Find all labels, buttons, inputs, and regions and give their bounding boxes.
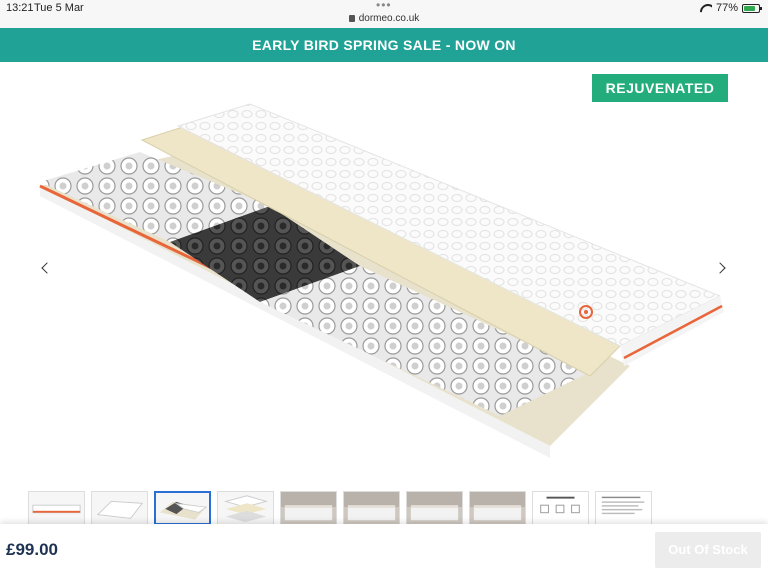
next-image-chevron-icon[interactable] <box>712 258 732 278</box>
previous-image-chevron-icon[interactable] <box>36 258 56 278</box>
thumbnail-image <box>344 492 399 524</box>
battery-icon <box>742 3 762 13</box>
product-image <box>39 103 724 458</box>
address-bar[interactable]: dormeo.co.uk <box>0 13 768 24</box>
lock-icon <box>348 15 355 22</box>
wifi-icon <box>700 4 712 13</box>
status-right: 77% <box>700 2 762 14</box>
address-url: dormeo.co.uk <box>358 13 420 24</box>
thumbnail-image <box>92 492 147 524</box>
thumbnail-promise-card[interactable] <box>532 491 589 525</box>
out-of-stock-button[interactable]: Out Of Stock <box>655 532 761 568</box>
thumbnail-mattress-side[interactable] <box>28 491 85 525</box>
battery-percent: 77% <box>715 2 738 14</box>
purchase-bar: £99.00 <box>0 524 768 576</box>
thumbnail-image <box>29 492 84 524</box>
thumbnail-image <box>533 492 588 524</box>
thumbnail-bedroom-photo[interactable] <box>280 491 337 525</box>
thumbnail-image <box>218 492 273 524</box>
thumbnail-bedroom-photo[interactable] <box>343 491 400 525</box>
thumbnail-image <box>281 492 336 524</box>
thumbnail-bedroom-photo[interactable] <box>469 491 526 525</box>
thumbnail-text-document[interactable] <box>595 491 652 525</box>
tab-dots-icon[interactable]: ••• <box>376 0 392 12</box>
thumbnail-image <box>407 492 462 524</box>
thumbnail-image <box>470 492 525 524</box>
promo-banner[interactable]: EARLY BIRD SPRING SALE - NOW ON <box>0 28 768 62</box>
battery-fill <box>744 5 755 11</box>
thumbnail-mattress-flat[interactable] <box>91 491 148 525</box>
thumbnail-strip <box>28 491 652 525</box>
thumbnail-image <box>596 492 651 524</box>
rejuvenated-badge: REJUVENATED <box>592 74 728 102</box>
thumbnail-image <box>156 493 209 523</box>
thumbnail-bedroom-photo[interactable] <box>406 491 463 525</box>
product-price: £99.00 <box>6 540 58 559</box>
status-bar: 13:21 Tue 5 Mar ••• dormeo.co.uk 77% <box>0 0 768 28</box>
thumbnail-mattress-layers-cutaway[interactable] <box>154 491 211 525</box>
thumbnail-mattress-layers-exploded[interactable] <box>217 491 274 525</box>
